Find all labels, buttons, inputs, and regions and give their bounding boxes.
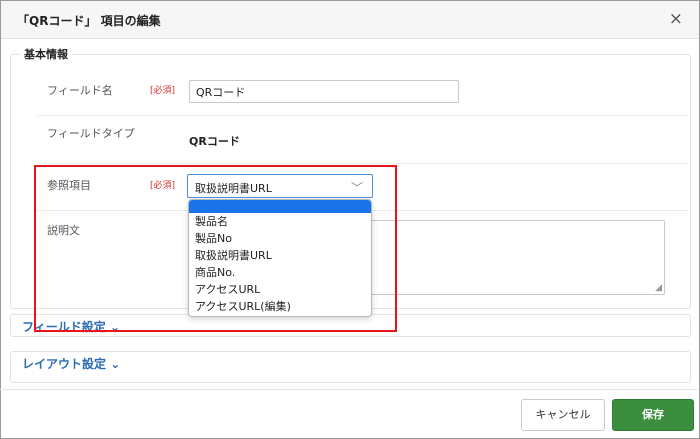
- resize-grip-icon[interactable]: ◢: [655, 283, 662, 293]
- footer-divider: [0, 389, 698, 390]
- basic-info-legend: 基本情報: [20, 46, 72, 62]
- save-button[interactable]: 保存: [612, 399, 694, 431]
- field-name-input[interactable]: [189, 80, 459, 103]
- chevron-down-icon: ⌄: [110, 357, 121, 371]
- cancel-button[interactable]: キャンセル: [521, 399, 605, 431]
- row-divider: [37, 163, 688, 164]
- row-divider: [37, 115, 688, 116]
- field-type-value: QRコード: [189, 135, 240, 148]
- field-name-required-badge: [必須]: [150, 86, 176, 96]
- dialog-title: 「QRコード」 項目の編集: [17, 14, 161, 28]
- field-type-label: フィールドタイプ: [47, 127, 135, 140]
- layout-settings-label: レイアウト設定: [22, 357, 107, 371]
- layout-settings-toggle[interactable]: レイアウト設定 ⌄: [22, 355, 120, 372]
- annotation-highlight-box: [34, 165, 397, 332]
- dialog-header: 「QRコード」 項目の編集 ×: [1, 1, 699, 39]
- field-name-label: フィールド名: [47, 84, 113, 97]
- close-icon[interactable]: ×: [669, 10, 683, 28]
